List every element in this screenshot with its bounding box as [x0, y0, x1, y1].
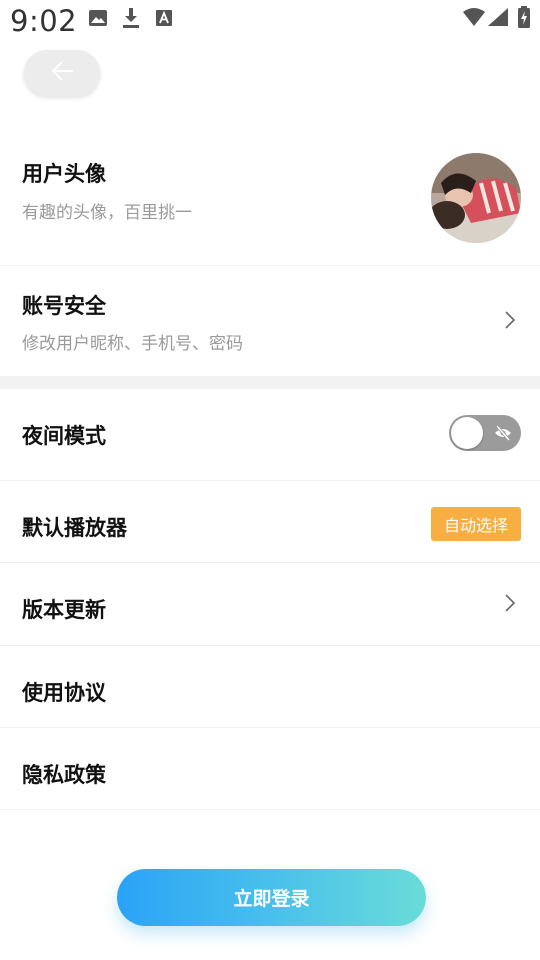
security-subtitle: 修改用户昵称、手机号、密码: [22, 334, 243, 354]
back-button[interactable]: [24, 50, 100, 96]
version-update-row[interactable]: 版本更新: [0, 563, 540, 646]
section-divider: [0, 376, 540, 389]
night-mode-label: 夜间模式: [22, 424, 106, 448]
security-title: 账号安全: [22, 294, 106, 318]
privacy-policy-row[interactable]: 隐私政策: [0, 728, 540, 810]
status-time: 9:02: [10, 4, 78, 38]
account-security-row[interactable]: 账号安全 修改用户昵称、手机号、密码: [0, 266, 540, 376]
image-icon: [89, 10, 107, 30]
toggle-knob: [451, 417, 483, 449]
arrow-left-icon: [50, 61, 74, 85]
default-player-value[interactable]: 自动选择: [431, 507, 521, 541]
version-update-label: 版本更新: [22, 598, 106, 622]
battery-icon: [518, 6, 530, 32]
status-bar: 9:02: [0, 0, 540, 40]
chevron-right-icon: [504, 593, 516, 617]
signal-icon: [488, 8, 508, 30]
download-icon: [122, 8, 140, 32]
avatar-title: 用户头像: [22, 162, 106, 186]
eye-off-icon: [494, 424, 512, 446]
night-mode-toggle[interactable]: [449, 415, 521, 451]
login-button[interactable]: 立即登录: [117, 869, 426, 926]
font-icon: [156, 10, 172, 30]
default-player-label: 默认播放器: [22, 516, 127, 540]
user-agreement-row[interactable]: 使用协议: [0, 646, 540, 728]
avatar[interactable]: [431, 153, 521, 243]
avatar-subtitle: 有趣的头像，百里挑一: [22, 203, 192, 223]
user-agreement-label: 使用协议: [22, 681, 106, 705]
privacy-policy-label: 隐私政策: [22, 763, 106, 787]
wifi-icon: [463, 8, 485, 30]
chevron-right-icon: [504, 310, 516, 334]
